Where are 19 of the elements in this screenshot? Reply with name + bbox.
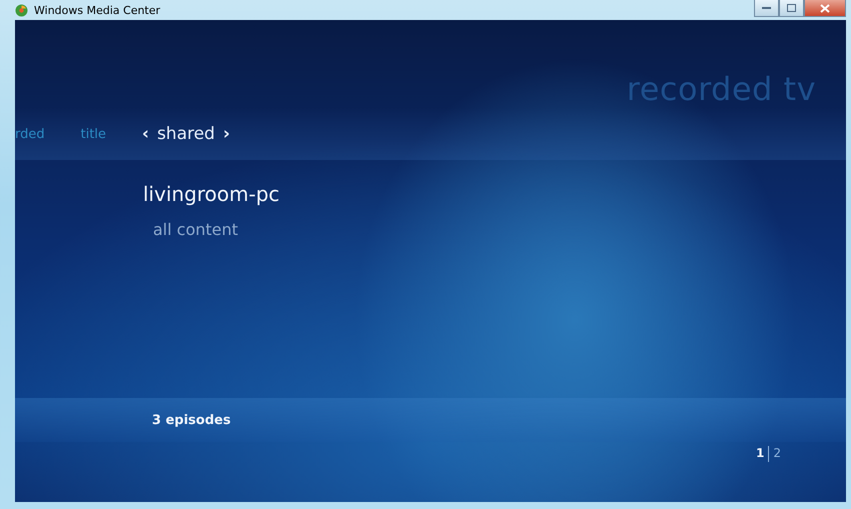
maximize-button[interactable] <box>779 0 804 17</box>
maximize-icon <box>787 4 796 12</box>
library-name: livingroom-pc <box>143 182 281 206</box>
next-chevron[interactable]: › <box>222 124 230 144</box>
close-button[interactable] <box>804 0 846 17</box>
page-number[interactable]: 1 <box>756 446 764 460</box>
window-title: Windows Media Center <box>34 4 160 16</box>
previous-chevron[interactable]: ‹ <box>142 124 150 144</box>
pivot-item[interactable]: rded <box>15 126 45 142</box>
close-icon <box>820 4 830 12</box>
library-item[interactable]: all content <box>143 220 846 239</box>
page-number[interactable]: 2 <box>773 446 781 460</box>
pivot-item[interactable]: title <box>80 126 106 142</box>
pivot-item[interactable]: shared <box>157 124 215 144</box>
app-logo-icon <box>15 4 28 16</box>
episode-count: 3 episodes <box>152 412 231 428</box>
section-title: recorded tv <box>626 70 816 108</box>
minimize-icon <box>762 6 771 10</box>
minimize-button[interactable] <box>754 0 779 17</box>
